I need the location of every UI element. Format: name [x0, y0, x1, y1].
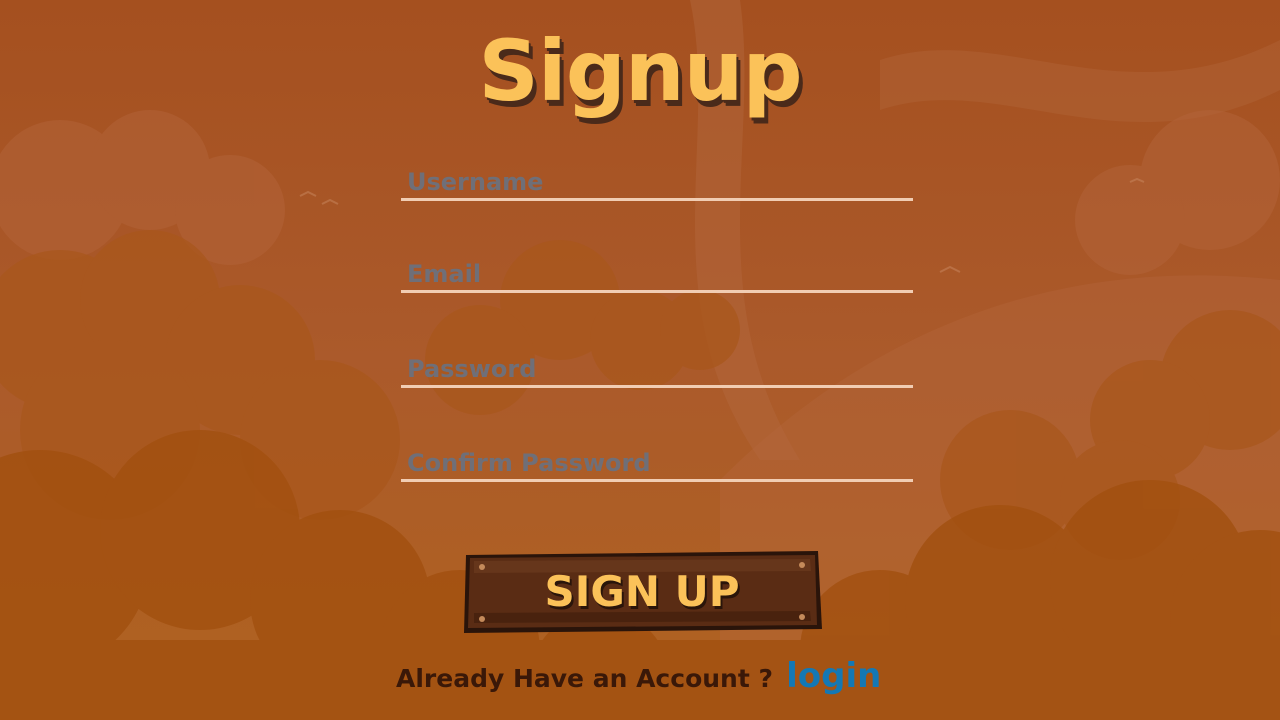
password-input[interactable]: [401, 355, 925, 383]
username-input[interactable]: [401, 168, 925, 196]
login-prompt: Already Have an Account ? login: [396, 656, 881, 700]
login-prompt-text: Already Have an Account ?: [396, 664, 774, 693]
signup-button[interactable]: SIGN UP: [460, 549, 824, 635]
login-link[interactable]: login: [786, 656, 881, 696]
confirm-password-field[interactable]: [401, 439, 925, 482]
password-field[interactable]: [401, 345, 925, 388]
username-field[interactable]: [401, 158, 925, 201]
email-input[interactable]: [401, 260, 925, 288]
signup-button-label: SIGN UP: [544, 567, 740, 616]
page-title: Signup: [478, 22, 802, 120]
email-field[interactable]: [401, 250, 925, 293]
confirm-password-input[interactable]: [401, 449, 925, 477]
